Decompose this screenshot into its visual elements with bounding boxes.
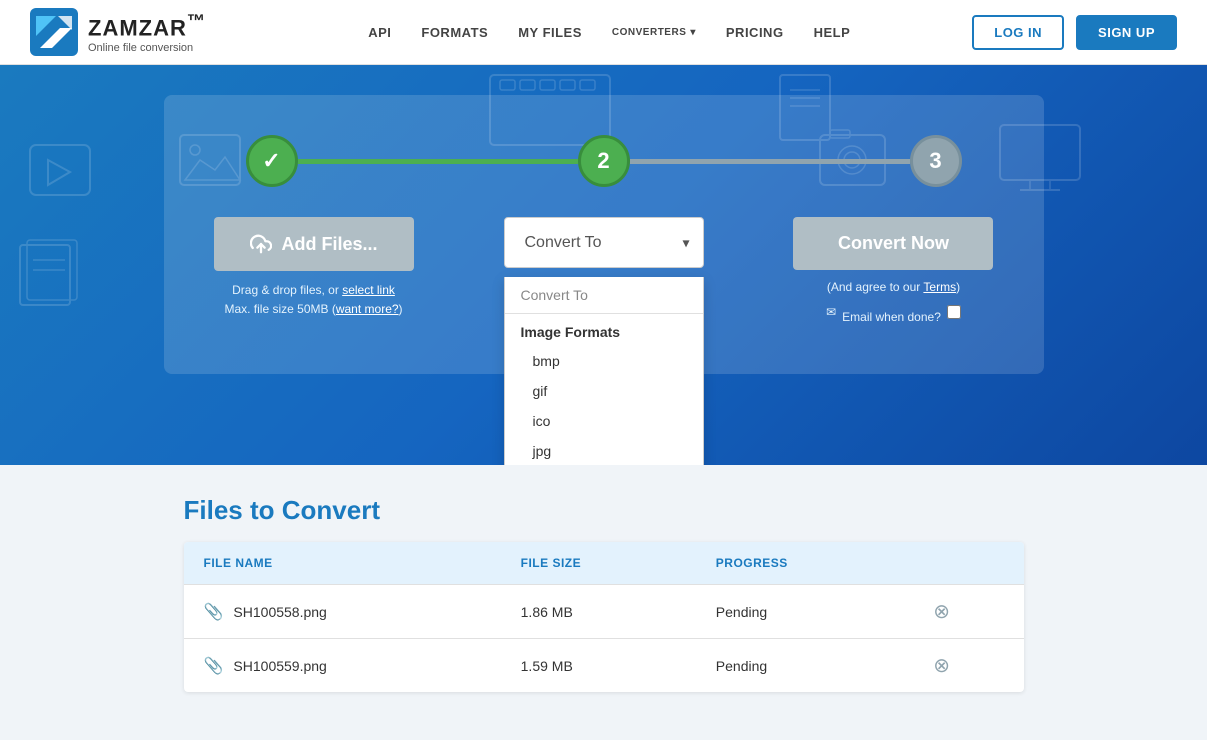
col-filename: FILE NAME xyxy=(184,542,501,585)
dropdown-item-jpg[interactable]: jpg xyxy=(505,436,703,465)
select-link[interactable]: select link xyxy=(342,283,395,297)
terms-text: (And agree to our Terms) xyxy=(827,280,960,294)
file-name-cell: 📎 SH100559.png xyxy=(184,639,501,693)
upload-icon xyxy=(250,233,272,255)
hero-section: ✓ 2 3 Add Files... xyxy=(0,65,1207,465)
table-row: 📎 SH100558.png 1.86 MB Pending ⊗ xyxy=(184,585,1024,639)
dropdown-item-bmp[interactable]: bmp xyxy=(505,346,703,376)
col-progress: PROGRESS xyxy=(696,542,913,585)
logo-name: ZAMZAR™ xyxy=(88,10,206,41)
files-table: FILE NAME FILE SIZE PROGRESS 📎 SH100558.… xyxy=(184,542,1024,692)
file-remove-cell: ⊗ xyxy=(913,639,1023,693)
table-row: 📎 SH100559.png 1.59 MB Pending ⊗ xyxy=(184,639,1024,693)
file-size-cell: 1.59 MB xyxy=(501,639,696,693)
files-section: Files to Convert FILE NAME FILE SIZE PRO… xyxy=(164,495,1044,692)
files-title: Files to Convert xyxy=(184,495,1024,526)
signup-button[interactable]: SIGN UP xyxy=(1076,15,1177,50)
login-button[interactable]: LOG IN xyxy=(972,15,1064,50)
convert-to-select[interactable]: Convert To xyxy=(504,217,704,268)
nav-help[interactable]: HELP xyxy=(814,25,851,40)
step-3-circle: 3 xyxy=(910,135,962,187)
step-line-2-3 xyxy=(630,159,910,164)
main-header: ZAMZAR™ Online file conversion API FORMA… xyxy=(0,0,1207,65)
file-name: SH100558.png xyxy=(233,604,326,620)
dropdown-item-gif[interactable]: gif xyxy=(505,376,703,406)
convert-to-col: Convert To ▾ Convert To Image Formats bm… xyxy=(504,217,704,268)
table-header: FILE NAME FILE SIZE PROGRESS xyxy=(184,542,1024,585)
email-icon: ✉ xyxy=(826,305,836,319)
col-actions xyxy=(913,542,1023,585)
col-filesize: FILE SIZE xyxy=(501,542,696,585)
convert-to-wrapper: Convert To ▾ xyxy=(504,217,704,268)
nav-formats[interactable]: FORMATS xyxy=(421,25,488,40)
remove-file-button[interactable]: ⊗ xyxy=(933,599,950,624)
file-name-cell: 📎 SH100558.png xyxy=(184,585,501,639)
file-status-cell: Pending xyxy=(696,585,913,639)
remove-file-button[interactable]: ⊗ xyxy=(933,653,950,678)
file-remove-cell: ⊗ xyxy=(913,585,1023,639)
dropdown-header: Convert To xyxy=(505,277,703,314)
email-when-done-checkbox[interactable] xyxy=(947,305,961,319)
logo-area: ZAMZAR™ Online file conversion xyxy=(30,8,206,56)
files-table-body: 📎 SH100558.png 1.86 MB Pending ⊗ 📎 SH100… xyxy=(184,585,1024,693)
nav-pricing[interactable]: PRICING xyxy=(726,25,784,40)
step-line-1-2 xyxy=(298,159,578,164)
paperclip-icon: 📎 xyxy=(204,602,224,622)
main-nav: API FORMATS MY FILES CONVERTERS ▾ PRICIN… xyxy=(246,25,972,40)
email-when-done-label: Email when done? xyxy=(842,310,941,324)
file-name: SH100559.png xyxy=(233,658,326,674)
steps-row: ✓ 2 3 xyxy=(214,135,994,187)
terms-link[interactable]: Terms xyxy=(923,280,956,294)
nav-api[interactable]: API xyxy=(368,25,391,40)
step-2-circle: 2 xyxy=(578,135,630,187)
add-files-button[interactable]: Add Files... xyxy=(214,217,414,271)
paperclip-icon: 📎 xyxy=(204,656,224,676)
want-more-link[interactable]: want more? xyxy=(336,302,399,316)
email-row: ✉ Email when done? xyxy=(826,300,961,324)
convert-now-button[interactable]: Convert Now xyxy=(793,217,993,270)
action-row: Add Files... Drag & drop files, or selec… xyxy=(214,217,994,324)
nav-converters[interactable]: CONVERTERS ▾ xyxy=(612,27,696,38)
logo-text: ZAMZAR™ Online file conversion xyxy=(88,10,206,53)
dropdown-list[interactable]: Convert To Image Formats bmp gif ico jpg… xyxy=(504,277,704,465)
zamzar-logo-icon xyxy=(30,8,78,56)
nav-my-files[interactable]: MY FILES xyxy=(518,25,582,40)
step-1-circle: ✓ xyxy=(246,135,298,187)
convert-now-col: Convert Now (And agree to our Terms) ✉ E… xyxy=(793,217,993,324)
dropdown-item-ico[interactable]: ico xyxy=(505,406,703,436)
header-right: LOG IN SIGN UP xyxy=(972,15,1177,50)
chevron-down-icon: ▾ xyxy=(690,27,696,38)
logo-subtitle: Online file conversion xyxy=(88,42,206,54)
converter-box: ✓ 2 3 Add Files... xyxy=(164,95,1044,374)
file-size-cell: 1.86 MB xyxy=(501,585,696,639)
hint-text: Drag & drop files, or select link Max. f… xyxy=(224,281,402,319)
add-files-col: Add Files... Drag & drop files, or selec… xyxy=(214,217,414,319)
dropdown-image-group-label: Image Formats xyxy=(505,314,703,346)
file-status-cell: Pending xyxy=(696,639,913,693)
